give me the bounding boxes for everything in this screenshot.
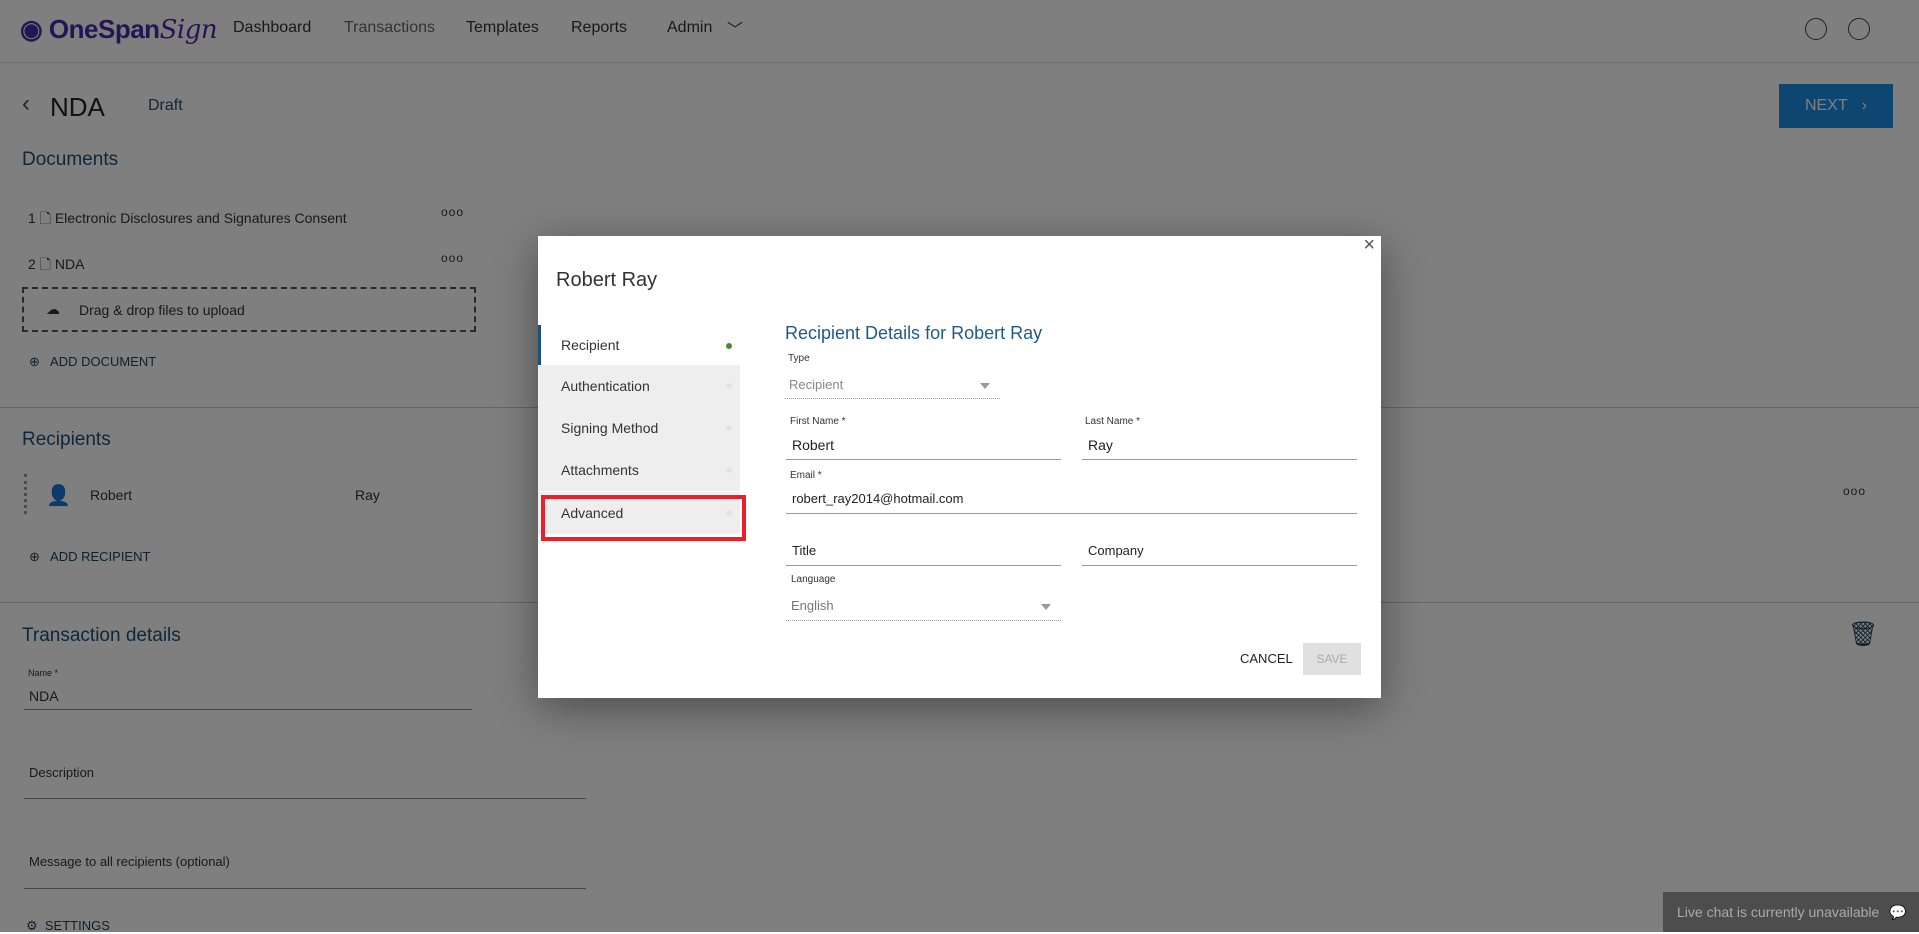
language-label: Language [791,574,836,585]
status-dot [726,383,732,389]
email-label: Email * [790,470,822,481]
underline [786,620,1061,621]
underline [786,459,1061,460]
highlight-box [541,495,746,541]
caret-down-icon [1041,604,1051,610]
company-input[interactable]: Company [1088,543,1144,558]
last-name-label: Last Name * [1085,416,1141,427]
menu-attachments[interactable]: Attachments [538,449,740,491]
recipient-dialog: × Robert Ray Recipient Authentication Si… [538,234,1381,698]
details-heading: Recipient Details for Robert Ray [785,323,1043,343]
type-select[interactable]: Recipient [785,372,1000,399]
menu-signing-method[interactable]: Signing Method [538,407,740,449]
close-icon[interactable]: × [1363,234,1375,257]
save-button[interactable]: SAVE [1303,643,1361,675]
email-input[interactable]: robert_ray2014@hotmail.com [792,491,963,506]
underline [786,513,1357,514]
title-input[interactable]: Title [792,543,816,558]
cancel-button[interactable]: CANCEL [1240,651,1293,666]
language-select[interactable]: English [786,592,1061,621]
status-dot [726,343,732,349]
menu-authentication[interactable]: Authentication [538,365,740,407]
underline [786,565,1061,566]
status-dot [726,467,732,473]
type-label: Type [788,353,810,364]
menu-recipient[interactable]: Recipient [538,325,740,365]
underline [1082,459,1357,460]
chat-bubble-icon: 💬 [1889,903,1907,920]
underline [1082,565,1357,566]
dialog-title: Robert Ray [556,269,658,291]
live-chat-bar[interactable]: Live chat is currently unavailable 💬 [1663,892,1919,932]
last-name-input[interactable]: Ray [1088,437,1113,453]
underline [785,398,1000,399]
status-dot [726,425,732,431]
caret-down-icon [980,383,990,389]
first-name-label: First Name * [790,416,846,427]
first-name-input[interactable]: Robert [792,437,834,453]
